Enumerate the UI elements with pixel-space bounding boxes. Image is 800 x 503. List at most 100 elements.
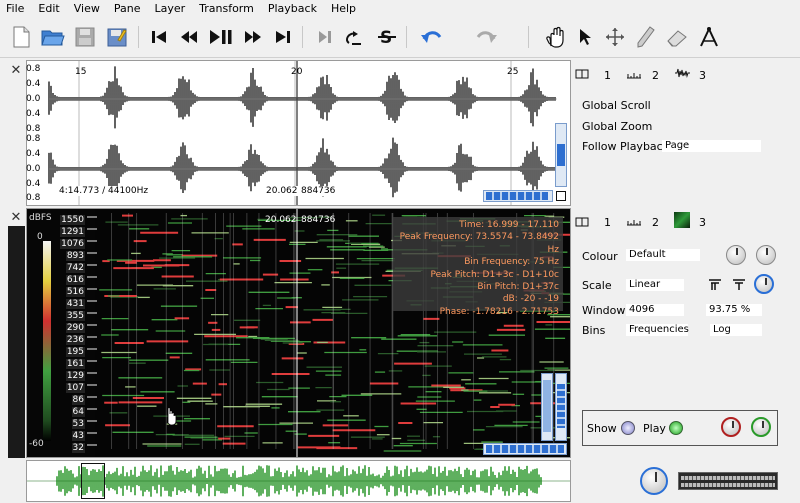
measurement-tooltip: Time: 16.999 - 17.110 Peak Frequency: 73… [393, 217, 563, 317]
frequency-label: 616 [65, 275, 85, 285]
show-toggle-icon[interactable] [621, 421, 635, 435]
menu-pane[interactable]: Pane [107, 0, 148, 18]
follow-playback-select[interactable]: Page [662, 140, 761, 152]
menu-layer[interactable]: Layer [147, 0, 192, 18]
play-pause-button[interactable] [208, 24, 234, 50]
close-spectrogram-pane-icon[interactable]: ✕ [9, 211, 23, 225]
layer-tab-2-label[interactable]: 2 [652, 216, 659, 229]
loop-icon [345, 31, 361, 45]
save-disk-icon [75, 27, 95, 47]
playback-pan-knob-icon[interactable] [751, 417, 771, 437]
bins-display-select[interactable]: Frequencies [626, 324, 689, 336]
overview-viewport-box[interactable] [81, 463, 105, 499]
wave-y-label: 0.4 [26, 79, 41, 89]
save-button[interactable] [72, 24, 98, 50]
play-selection-button[interactable] [312, 24, 338, 50]
layer-tab-2-ruler-icon[interactable] [626, 69, 642, 79]
layer-tab-3-label[interactable]: 3 [699, 69, 706, 82]
eraser-icon [667, 30, 687, 47]
move-cross-icon [606, 28, 624, 46]
level-meter [678, 472, 778, 490]
fast-forward-button[interactable] [240, 24, 266, 50]
wave-y-label: 0.4 [26, 149, 41, 159]
new-document-button[interactable] [8, 24, 34, 50]
waveform-horizontal-zoom-slider[interactable] [483, 190, 553, 202]
menu-transform[interactable]: Transform [192, 0, 261, 18]
gain-knob-icon[interactable] [726, 245, 746, 265]
spectrogram-vertical-scroll[interactable] [555, 373, 567, 441]
menu-view[interactable]: View [67, 0, 107, 18]
spectrogram-pane[interactable]: dBFS 0 -60 1550 1291 1076 893 742 616 516 431 35… [26, 208, 571, 458]
layer-tab-3-spectrogram-icon[interactable] [674, 212, 690, 228]
frequency-label: 1076 [60, 239, 85, 249]
menu-playback[interactable]: Playback [261, 0, 324, 18]
new-document-icon [13, 26, 30, 48]
undo-button[interactable] [418, 24, 444, 50]
normalize-visible-icon[interactable] [732, 278, 746, 290]
open-file-button[interactable] [40, 24, 66, 50]
colour-select[interactable]: Default [626, 249, 700, 261]
follow-playback-label: Follow Playback [582, 140, 670, 153]
frequency-label: 742 [65, 263, 85, 273]
layer-tab-1-label[interactable]: 1 [604, 69, 611, 82]
waveform-cursor-frame: 884736 [299, 186, 338, 196]
master-volume-knob-icon[interactable] [640, 467, 668, 495]
spectrogram-horizontal-zoom-slider[interactable] [483, 443, 567, 455]
layer-tab-1-icon[interactable] [575, 217, 589, 227]
layer-tab-3-label[interactable]: 3 [699, 216, 706, 229]
overview-pane[interactable] [26, 460, 571, 502]
waveform-pane[interactable]: 4:14.773 / 44100Hz 20.062 884736 15 20 2… [26, 60, 571, 206]
normalize-columns-icon[interactable] [708, 278, 722, 290]
global-scroll-toggle[interactable]: Global Scroll [582, 99, 651, 112]
overview-waveform-svg [27, 465, 570, 497]
waveform-time-tick-20: 20 [291, 67, 303, 77]
global-zoom-toggle[interactable]: Global Zoom [582, 120, 652, 133]
select-tool-button[interactable] [572, 24, 598, 50]
waveform-zoom-reset-box[interactable] [556, 191, 566, 201]
layer-tab-1-label[interactable]: 1 [604, 216, 611, 229]
layer-tab-2-ruler-icon[interactable] [626, 216, 642, 226]
play-toggle-icon[interactable] [669, 421, 683, 435]
save-session-button[interactable] [104, 24, 130, 50]
measure-tool-button[interactable] [696, 24, 722, 50]
layer-tab-1-icon[interactable] [575, 69, 589, 79]
layer-tab-3-waveform-icon[interactable] [674, 67, 692, 79]
frequency-label: 355 [65, 311, 85, 321]
spectrogram-cursor-frame: 884736 [301, 215, 336, 225]
draw-tool-button[interactable] [632, 24, 658, 50]
wave-y-label: 0.4 [26, 179, 41, 189]
loop-playback-button[interactable] [342, 24, 368, 50]
toolbar: S [0, 18, 800, 58]
skip-to-end-button[interactable] [270, 24, 296, 50]
rewind-button[interactable] [176, 24, 202, 50]
scale-label: Scale [582, 279, 612, 292]
solo-button[interactable]: S [374, 24, 400, 50]
move-tool-button[interactable] [602, 24, 628, 50]
play-selection-icon [319, 31, 331, 43]
menu-file[interactable]: File [0, 0, 31, 18]
bins-scale-select[interactable]: Log [710, 324, 762, 336]
tooltip-peak-frequency: Peak Frequency: 73.5574 - 73.8492 Hz [399, 232, 559, 255]
threshold-knob-icon[interactable] [754, 274, 774, 294]
playback-gain-knob-icon[interactable] [721, 417, 741, 437]
layer-tab-2-label[interactable]: 2 [652, 69, 659, 82]
window-overlap-select[interactable]: 93.75 % [706, 304, 762, 316]
erase-tool-button[interactable] [664, 24, 690, 50]
close-waveform-pane-icon[interactable]: ✕ [9, 64, 23, 78]
frequency-label: 107 [65, 383, 85, 393]
tooltip-time: Time: 16.999 - 17.110 [459, 220, 559, 230]
redo-button[interactable] [474, 24, 500, 50]
scale-select[interactable]: Linear [626, 279, 684, 291]
waveform-vertical-zoom-slider[interactable] [555, 123, 567, 187]
spectrogram-vertical-zoom-slider[interactable] [541, 373, 553, 441]
rewind-start-button[interactable] [146, 24, 172, 50]
menu-edit[interactable]: Edit [31, 0, 66, 18]
window-size-select[interactable]: 4096 [626, 304, 684, 316]
frequency-label: 516 [65, 287, 85, 297]
frequency-label: 32 [71, 443, 85, 453]
waveform-time-info: 4:14.773 / 44100Hz [57, 186, 151, 196]
colour-rotation-knob-icon[interactable] [756, 245, 776, 265]
menu-help[interactable]: Help [324, 0, 363, 18]
navigate-tool-button[interactable] [542, 24, 568, 50]
frequency-label: 236 [65, 335, 85, 345]
